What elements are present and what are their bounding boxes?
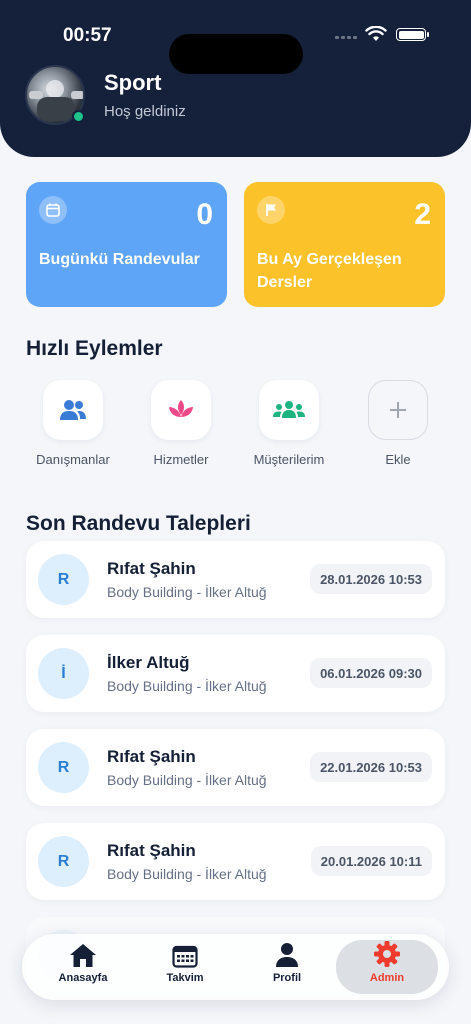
request-item[interactable]: İ İlker Altuğ Body Building - İlker Altu… [26,635,445,712]
user-name: Sport [104,70,162,95]
tab-calendar[interactable]: Takvim [134,940,236,994]
online-status-dot [72,110,85,123]
request-name: Rıfat Şahin [107,559,196,578]
users-icon [60,400,86,420]
tab-admin[interactable]: Admin [336,940,438,994]
services-button[interactable] [151,380,211,440]
request-avatar: R [38,742,89,793]
request-detail: Body Building - İlker Altuğ [107,866,267,882]
request-item[interactable]: R Rıfat Şahin Body Building - İlker Altu… [26,729,445,806]
signal-icon [335,36,357,39]
quick-actions-title: Hızlı Eylemler [26,337,163,360]
calendar-icon [39,196,67,224]
tab-label: Anasayfa [58,972,108,984]
quick-action-services[interactable]: Hizmetler [126,380,236,467]
request-avatar: R [38,554,89,605]
stat-label: Bugünkü Randevular [39,251,200,268]
request-name: İlker Altuğ [107,653,190,672]
tab-label: Takvim [166,972,204,984]
request-detail: Body Building - İlker Altuğ [107,678,267,694]
tab-label: Admin [369,972,405,984]
tab-profile[interactable]: Profil [236,940,338,994]
tab-home[interactable]: Anasayfa [32,940,134,994]
request-date: 22.01.2026 10:53 [310,752,432,782]
request-date: 06.01.2026 09:30 [310,658,432,688]
home-icon [70,944,96,967]
request-date: 20.01.2026 10:11 [310,846,432,876]
request-name: Rıfat Şahin [107,841,196,860]
stat-card-monthly-lessons[interactable]: 2 Bu Ay Gerçekleşen Dersler [244,182,445,307]
quick-action-label: Danışmanlar [36,452,110,467]
flag-icon [257,196,285,224]
plus-icon [390,402,406,418]
request-avatar: R [38,836,89,887]
lotus-icon [169,400,193,417]
request-avatar: İ [38,648,89,699]
customers-button[interactable] [259,380,319,440]
stat-value: 2 [414,198,431,231]
request-item[interactable]: R Rıfat Şahin Body Building - İlker Altu… [26,823,445,900]
stat-label: Bu Ay Gerçekleşen Dersler [257,251,402,291]
calendar-grid-icon [172,945,198,968]
gear-icon [374,941,400,967]
request-date: 28.01.2026 10:53 [310,564,432,594]
add-button[interactable] [368,380,428,440]
dynamic-island [169,34,303,74]
request-name: Rıfat Şahin [107,747,196,766]
quick-action-label: Ekle [385,452,411,467]
welcome-text: Hoş geldiniz [104,103,186,120]
battery-icon [396,28,429,41]
request-item[interactable]: R Rıfat Şahin Body Building - İlker Altu… [26,541,445,618]
stat-value: 0 [196,198,213,231]
quick-action-label: Müşterilerim [253,452,325,467]
request-detail: Body Building - İlker Altuğ [107,772,267,788]
person-icon [276,943,298,967]
wifi-icon [365,26,387,41]
quick-action-customers[interactable]: Müşterilerim [234,380,344,467]
status-bar: 00:57 [0,20,471,74]
header: 00:57 Sport Hoş geldiniz [0,0,471,157]
quick-action-consultants[interactable]: Danışmanlar [18,380,128,467]
quick-action-label: Hizmetler [153,452,209,467]
quick-action-add[interactable]: Ekle [343,380,453,467]
stat-card-today-appointments[interactable]: 0 Bugünkü Randevular [26,182,227,307]
recent-requests-title: Son Randevu Talepleri [26,512,251,535]
status-time: 00:57 [63,25,112,46]
bottom-tab-bar: Anasayfa Takvim Profil Admin [22,934,449,1000]
consultants-button[interactable] [43,380,103,440]
tab-label: Profil [272,972,302,984]
group-icon [273,401,305,418]
request-detail: Body Building - İlker Altuğ [107,584,267,600]
